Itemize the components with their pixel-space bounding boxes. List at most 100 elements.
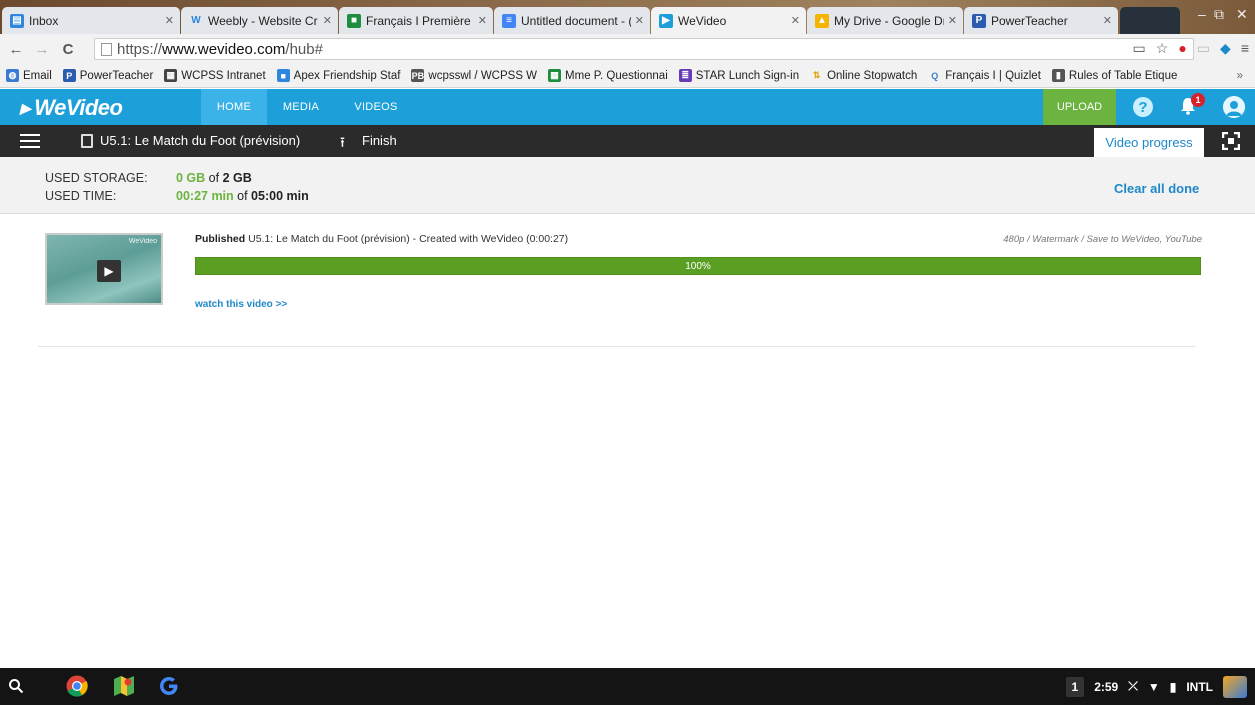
progress-bar: 100% bbox=[195, 257, 1201, 275]
adblock-icon[interactable]: ● bbox=[1178, 40, 1186, 57]
finish-button[interactable]: Finish bbox=[362, 133, 397, 148]
nav-tab-home[interactable]: HOME bbox=[201, 89, 267, 125]
used-storage-label: USED STORAGE: bbox=[45, 171, 148, 185]
url-host: www.wevideo.com bbox=[162, 40, 286, 58]
close-icon[interactable]: ✕ bbox=[165, 14, 174, 27]
wifi-icon: ▼ bbox=[1147, 679, 1160, 694]
video-progress-tab[interactable]: Video progress bbox=[1094, 128, 1204, 157]
wevideo-logo[interactable]: ▶ WeVideo bbox=[20, 95, 123, 121]
wevideo-header: ▶ WeVideo HOME MEDIA VIDEOS UPLOAD ? 1 bbox=[0, 89, 1255, 125]
bookmark-powerteacher[interactable]: P PowerTeacher bbox=[62, 69, 153, 82]
address-bar[interactable]: https://www.wevideo.com/hub# bbox=[94, 38, 1194, 60]
browser-tab-weebly[interactable]: W Weebly - Website Cr ✕ bbox=[181, 7, 338, 34]
close-icon[interactable]: ✕ bbox=[323, 14, 332, 27]
pushbullet-icon[interactable]: ◆ bbox=[1220, 40, 1231, 57]
extension-area: ▭ ☆ ● ▭ ◆ ≡ bbox=[1133, 40, 1249, 57]
close-icon[interactable]: ✕ bbox=[478, 14, 487, 27]
fullscreen-icon[interactable] bbox=[1222, 132, 1240, 150]
browser-tab-inbox[interactable]: ▤ Inbox ✕ bbox=[2, 7, 180, 34]
url-prefix: https:// bbox=[117, 40, 163, 58]
film-icon bbox=[81, 134, 93, 148]
used-time-value: 00:27 min of 05:00 min bbox=[176, 189, 309, 203]
user-avatar-icon bbox=[1223, 675, 1247, 698]
extension-icon[interactable]: ▭ bbox=[1197, 40, 1210, 57]
help-icon[interactable]: ? bbox=[1133, 97, 1153, 117]
chrome-icon[interactable] bbox=[66, 675, 88, 697]
video-thumbnail[interactable]: WeVideo ▶ bbox=[45, 233, 163, 305]
os-shelf: 1 2:59 ⤫ ▼ ▮ INTL bbox=[0, 668, 1255, 705]
close-window-icon[interactable]: ✕ bbox=[1236, 6, 1248, 23]
forward-icon[interactable]: → bbox=[32, 41, 52, 58]
maps-icon[interactable] bbox=[113, 675, 135, 697]
clear-all-done-button[interactable]: Clear all done bbox=[1114, 181, 1199, 196]
bookmark-table-etiquette[interactable]: ▮ Rules of Table Etique bbox=[1051, 69, 1177, 82]
quizlet-icon: Q bbox=[931, 70, 939, 81]
more-bookmarks-icon[interactable]: » bbox=[1237, 70, 1243, 82]
browser-tab-powerteacher[interactable]: P PowerTeacher ✕ bbox=[964, 7, 1118, 34]
bookmark-questionnaire[interactable]: ▦ Mme P. Questionnai bbox=[548, 69, 668, 82]
clock: 2:59 bbox=[1094, 679, 1119, 694]
system-tray[interactable]: 1 2:59 ⤫ ▼ ▮ INTL bbox=[1065, 674, 1247, 699]
stopwatch-icon: ⇅ bbox=[812, 70, 821, 80]
star-icon[interactable]: ☆ bbox=[1156, 40, 1169, 57]
no-sync-icon: ⤫ bbox=[1128, 679, 1138, 693]
job-title: Published U5.1: Le Match du Foot (prévis… bbox=[195, 233, 568, 245]
nav-tab-media[interactable]: MEDIA bbox=[275, 89, 327, 125]
input-method: INTL bbox=[1186, 679, 1213, 694]
bookmark-email[interactable]: ◍ Email bbox=[6, 69, 52, 82]
nav-tab-videos[interactable]: VIDEOS bbox=[347, 89, 405, 125]
file-icon: ▮ bbox=[1051, 69, 1065, 82]
close-icon[interactable]: ✕ bbox=[948, 14, 957, 27]
browser-tab-docs[interactable]: ≡ Untitled document - ( ✕ bbox=[494, 7, 650, 34]
avatar[interactable] bbox=[1223, 96, 1245, 118]
browser-tab-classroom[interactable]: ■ Français I Première ✕ bbox=[339, 7, 493, 34]
docs-icon: ≡ bbox=[502, 13, 516, 28]
wevideo-logo-icon: ▶ bbox=[20, 99, 31, 116]
usage-summary: USED STORAGE: USED TIME: 0 GB of 2 GB 00… bbox=[0, 157, 1255, 214]
bookmark-star-lunch[interactable]: ≣ STAR Lunch Sign-in bbox=[678, 69, 799, 82]
used-time-label: USED TIME: bbox=[45, 189, 117, 203]
intranet-icon: ▦ bbox=[164, 69, 178, 82]
powerteacher-icon: P bbox=[972, 13, 986, 28]
play-icon[interactable]: ▶ bbox=[97, 260, 121, 282]
new-tab-button[interactable] bbox=[1120, 7, 1180, 34]
launcher-search-icon[interactable] bbox=[8, 678, 24, 694]
project-title[interactable]: U5.1: Le Match du Foot (prévision) bbox=[100, 133, 300, 148]
close-icon[interactable]: ✕ bbox=[791, 14, 800, 27]
google-icon[interactable] bbox=[158, 675, 180, 697]
upload-button[interactable]: UPLOAD bbox=[1043, 89, 1116, 125]
thumbnail-watermark: WeVideo bbox=[128, 238, 157, 245]
watch-video-link[interactable]: watch this video >> bbox=[195, 299, 287, 310]
progress-label: 100% bbox=[685, 260, 711, 272]
project-bar: U5.1: Le Match du Foot (prévision) ⭱ Fin… bbox=[0, 125, 1255, 157]
workspace-indicator[interactable]: 1 bbox=[1065, 676, 1085, 697]
back-icon[interactable]: ← bbox=[6, 41, 26, 58]
minimize-icon[interactable]: – bbox=[1198, 6, 1206, 22]
reload-icon[interactable]: C bbox=[58, 41, 78, 58]
page-icon bbox=[101, 42, 112, 56]
bookmark-stopwatch[interactable]: ⇅ Online Stopwatch bbox=[810, 69, 917, 82]
bookmark-quizlet[interactable]: Q Français I | Quizlet bbox=[928, 69, 1041, 82]
pb-icon: PB bbox=[411, 69, 425, 82]
bookmark-wcpsswl[interactable]: PB wcpsswl / WCPSS W bbox=[411, 69, 537, 82]
divider bbox=[38, 346, 1195, 347]
job-status: Published bbox=[195, 233, 246, 245]
url-path: /hub# bbox=[285, 40, 323, 58]
drive-icon: ▲ bbox=[815, 13, 829, 28]
close-icon[interactable]: ✕ bbox=[635, 14, 644, 27]
hamburger-menu-icon[interactable] bbox=[20, 134, 40, 148]
bookmark-apex[interactable]: ■ Apex Friendship Staf bbox=[276, 69, 400, 82]
job-output-settings: 480p / Watermark / Save to WeVideo, YouT… bbox=[1003, 234, 1202, 245]
notification-badge: 1 bbox=[1191, 93, 1205, 107]
inbox-icon: ▤ bbox=[10, 13, 24, 28]
close-icon[interactable]: ✕ bbox=[1103, 14, 1112, 27]
browser-tab-drive[interactable]: ▲ My Drive - Google Dr ✕ bbox=[807, 7, 963, 34]
browser-tab-wevideo[interactable]: ▶ WeVideo ✕ bbox=[651, 7, 806, 34]
browser-tab-strip: ▤ Inbox ✕ W Weebly - Website Cr ✕ ■ Fran… bbox=[0, 0, 1255, 34]
restore-icon[interactable]: ⧉ bbox=[1214, 6, 1224, 23]
menu-icon[interactable]: ≡ bbox=[1241, 40, 1249, 57]
cast-icon[interactable]: ▭ bbox=[1133, 40, 1146, 57]
upload-arrow-icon: ⭱ bbox=[340, 134, 345, 150]
classroom-icon: ■ bbox=[276, 69, 290, 82]
bookmark-intranet[interactable]: ▦ WCPSS Intranet bbox=[164, 69, 266, 82]
